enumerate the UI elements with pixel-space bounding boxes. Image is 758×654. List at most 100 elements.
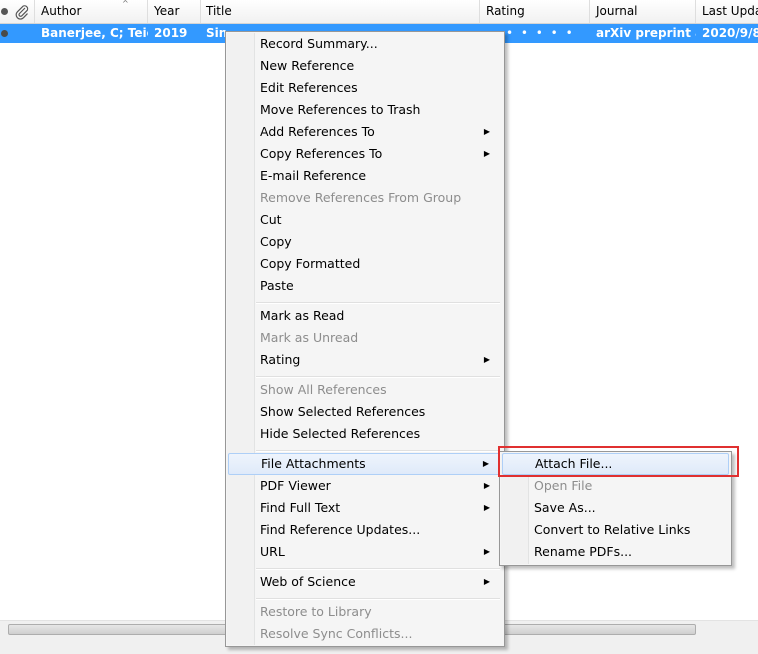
- menu-item-paste[interactable]: Paste: [228, 275, 502, 297]
- last-updated-column-header[interactable]: Last Updat: [696, 0, 758, 23]
- last-updated-column-label: Last Updat: [702, 4, 758, 18]
- menu-item-restore-to-library: Restore to Library: [228, 601, 502, 623]
- submenu-item-attach-file[interactable]: Attach File...: [502, 453, 729, 475]
- menu-separator: [256, 302, 500, 304]
- menu-item-remove-from-group: Remove References From Group: [228, 187, 502, 209]
- menu-item-record-summary[interactable]: Record Summary...: [228, 33, 502, 55]
- journal-column-header[interactable]: Journal: [590, 0, 696, 23]
- menu-item-label: Show All References: [260, 382, 387, 397]
- author-column-label: Author: [41, 4, 82, 18]
- menu-item-label: Find Reference Updates...: [260, 522, 421, 537]
- menu-item-label: Add References To: [260, 124, 375, 139]
- rating-column-header[interactable]: Rating: [480, 0, 590, 23]
- submenu-arrow-icon: ▶: [483, 547, 490, 556]
- menu-item-label: Rating: [260, 352, 301, 367]
- title-column-label: Title: [206, 4, 232, 18]
- menu-item-label: Show Selected References: [260, 404, 426, 419]
- attachment-column-header[interactable]: [11, 0, 35, 23]
- menu-item-rating[interactable]: Rating ▶: [228, 349, 502, 371]
- file-attachments-submenu: Attach File... Open File Save As... Conv…: [499, 451, 732, 566]
- menu-item-label: Move References to Trash: [260, 102, 421, 117]
- menu-item-new-reference[interactable]: New Reference: [228, 55, 502, 77]
- menu-item-show-selected-references[interactable]: Show Selected References: [228, 401, 502, 423]
- menu-item-find-reference-updates[interactable]: Find Reference Updates...: [228, 519, 502, 541]
- menu-item-hide-selected-references[interactable]: Hide Selected References: [228, 423, 502, 445]
- submenu-arrow-icon: ▶: [483, 127, 490, 136]
- menu-item-file-attachments[interactable]: File Attachments ▶: [228, 453, 502, 475]
- menu-item-mark-as-unread: Mark as Unread: [228, 327, 502, 349]
- menu-item-label: Cut: [260, 212, 282, 227]
- menu-item-find-full-text[interactable]: Find Full Text ▶: [228, 497, 502, 519]
- title-column-header[interactable]: Title: [200, 0, 480, 23]
- submenu-arrow-icon: ▶: [482, 459, 489, 468]
- paperclip-icon: [15, 5, 29, 20]
- year-column-header[interactable]: Year: [148, 0, 201, 23]
- menu-item-label: Restore to Library: [260, 604, 372, 619]
- menu-item-label: Mark as Unread: [260, 330, 359, 345]
- menu-item-label: Mark as Read: [260, 308, 345, 323]
- row-rating[interactable]: • • • • •: [500, 24, 590, 43]
- menu-item-pdf-viewer[interactable]: PDF Viewer ▶: [228, 475, 502, 497]
- menu-item-copy[interactable]: Copy: [228, 231, 502, 253]
- submenu-arrow-icon: ▶: [483, 503, 490, 512]
- menu-separator: [256, 376, 500, 378]
- read-status-icon[interactable]: [1, 30, 8, 37]
- menu-item-cut[interactable]: Cut: [228, 209, 502, 231]
- menu-item-label: Hide Selected References: [260, 426, 421, 441]
- row-author: Banerjee, C; Teic...: [41, 26, 148, 40]
- menu-item-label: New Reference: [260, 58, 355, 73]
- submenu-arrow-icon: ▶: [483, 481, 490, 490]
- submenu-item-label: Rename PDFs...: [534, 544, 633, 559]
- menu-item-label: E-mail Reference: [260, 168, 367, 183]
- submenu-item-rename-pdfs[interactable]: Rename PDFs...: [502, 541, 729, 563]
- submenu-item-convert-to-relative-links[interactable]: Convert to Relative Links: [502, 519, 729, 541]
- menu-item-copy-references-to[interactable]: Copy References To ▶: [228, 143, 502, 165]
- menu-item-label: Copy Formatted: [260, 256, 361, 271]
- menu-item-label: Find Full Text: [260, 500, 341, 515]
- submenu-arrow-icon: ▶: [483, 355, 490, 364]
- year-column-label: Year: [154, 4, 180, 18]
- row-journal: arXiv preprint a...: [596, 26, 696, 40]
- submenu-arrow-icon: ▶: [483, 149, 490, 158]
- submenu-item-open-file: Open File: [502, 475, 729, 497]
- menu-item-edit-references[interactable]: Edit References: [228, 77, 502, 99]
- menu-item-move-to-trash[interactable]: Move References to Trash: [228, 99, 502, 121]
- menu-item-add-references-to[interactable]: Add References To ▶: [228, 121, 502, 143]
- menu-item-label: PDF Viewer: [260, 478, 331, 493]
- menu-item-label: Copy References To: [260, 146, 383, 161]
- rating-column-label: Rating: [486, 4, 525, 18]
- menu-item-resolve-sync-conflicts: Resolve Sync Conflicts...: [228, 623, 502, 645]
- menu-item-url[interactable]: URL ▶: [228, 541, 502, 563]
- menu-item-label: Remove References From Group: [260, 190, 462, 205]
- submenu-item-label: Convert to Relative Links: [534, 522, 691, 537]
- menu-item-show-all-references: Show All References: [228, 379, 502, 401]
- submenu-arrow-icon: ▶: [483, 577, 490, 586]
- submenu-item-label: Attach File...: [535, 456, 613, 471]
- column-header: Author ^ Year Title Rating Journal Last …: [0, 0, 758, 24]
- author-column-header[interactable]: Author ^: [35, 0, 148, 23]
- menu-item-label: URL: [260, 544, 285, 559]
- menu-item-copy-formatted[interactable]: Copy Formatted: [228, 253, 502, 275]
- row-last-updated: 2020/9/8: [702, 26, 758, 40]
- menu-item-label: Paste: [260, 278, 294, 293]
- menu-separator: [256, 598, 500, 600]
- menu-item-label: File Attachments: [261, 456, 366, 471]
- menu-separator: [256, 568, 500, 570]
- read-status-column-icon[interactable]: [1, 8, 8, 15]
- sort-ascending-icon: ^: [122, 0, 129, 8]
- menu-item-email-reference[interactable]: E-mail Reference: [228, 165, 502, 187]
- menu-item-label: Copy: [260, 234, 292, 249]
- menu-item-label: Record Summary...: [260, 36, 378, 51]
- menu-item-mark-as-read[interactable]: Mark as Read: [228, 305, 502, 327]
- submenu-item-label: Open File: [534, 478, 593, 493]
- menu-item-label: Resolve Sync Conflicts...: [260, 626, 413, 641]
- journal-column-label: Journal: [596, 4, 638, 18]
- menu-item-label: Web of Science: [260, 574, 356, 589]
- menu-item-label: Edit References: [260, 80, 358, 95]
- row-year: 2019: [154, 26, 188, 40]
- submenu-item-save-as[interactable]: Save As...: [502, 497, 729, 519]
- menu-item-web-of-science[interactable]: Web of Science ▶: [228, 571, 502, 593]
- context-menu: Record Summary... New Reference Edit Ref…: [225, 31, 505, 647]
- submenu-item-label: Save As...: [534, 500, 596, 515]
- menu-separator: [256, 450, 500, 452]
